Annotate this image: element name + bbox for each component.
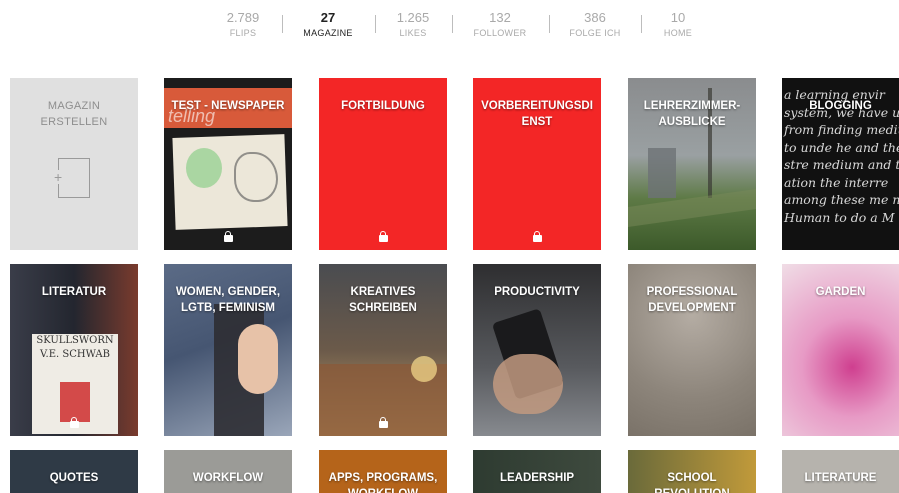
- stat-label: LIKES: [399, 28, 427, 38]
- lock-icon: [378, 231, 388, 242]
- stat-likes[interactable]: 1.265 LIKES: [368, 10, 458, 38]
- hand-shape: [238, 324, 278, 394]
- stat-label: FLIPS: [229, 28, 257, 38]
- magazine-title: PROFESSIONAL DEVELOPMENT: [646, 286, 738, 314]
- stat-home[interactable]: 10 HOME: [633, 10, 723, 38]
- profile-stats-bar: 2.789 FLIPS 27 MAGAZINE 1.265 LIKES 132 …: [0, 0, 899, 50]
- magazine-tile-quotes[interactable]: QUOTES: [10, 450, 138, 493]
- lock-icon: [223, 231, 233, 242]
- magazine-tile-apps-programs[interactable]: APPS, PROGRAMS, WORKFLOW: [319, 450, 447, 493]
- stat-value: 27: [320, 10, 336, 25]
- stat-value: 132: [489, 10, 511, 25]
- magazine-tile-school-revolution[interactable]: SCHOOL REVOLUTION: [628, 450, 756, 493]
- stat-follower[interactable]: 132 FOLLOWER: [455, 10, 545, 38]
- hand-shape: [493, 354, 563, 414]
- building-shape: [648, 148, 676, 198]
- stat-label: MAGAZINE: [303, 28, 353, 38]
- magazine-tile-lehrerzimmer-ausblicke[interactable]: LEHRERZIMMER-AUSBLICKE: [628, 78, 756, 250]
- stat-label: FOLLOWER: [473, 28, 527, 38]
- magazine-tile-productivity[interactable]: PRODUCTIVITY: [473, 264, 601, 436]
- lock-icon: [532, 231, 542, 242]
- magazine-tile-vorbereitungsdienst[interactable]: VORBEREITUNGSDIENST: [473, 78, 601, 250]
- magazine-tile-kreatives-schreiben[interactable]: KREATIVES SCHREIBEN: [319, 264, 447, 436]
- magazine-tile-test-newspaper[interactable]: telling TEST - NEWSPAPER: [164, 78, 292, 250]
- magazine-title: LEHRERZIMMER-AUSBLICKE: [643, 100, 741, 128]
- magazine-title: LEADERSHIP: [499, 472, 575, 484]
- magazine-title: WORKFLOW: [192, 472, 264, 484]
- magazine-tile-fortbildung[interactable]: FORTBILDUNG: [319, 78, 447, 250]
- magazine-title: KREATIVES SCHREIBEN: [349, 286, 417, 314]
- magazine-tile-garden[interactable]: GARDEN: [782, 264, 899, 436]
- magazine-title: PRODUCTIVITY: [494, 286, 580, 298]
- magazine-tile-literatur[interactable]: SKULLSWORN V.E. SCHWAB LITERATUR: [10, 264, 138, 436]
- magazine-title: BLOGGING: [809, 100, 872, 112]
- divider: [452, 15, 453, 33]
- magazine-tile-professional-development[interactable]: PROFESSIONAL DEVELOPMENT: [628, 264, 756, 436]
- magazine-title: APPS, PROGRAMS, WORKFLOW: [328, 472, 438, 493]
- magazine-title: GARDEN: [815, 286, 866, 298]
- magazine-title: LITERATURE: [804, 472, 877, 484]
- magazine-title: WOMEN, GENDER, LGTB, FEMINISM: [175, 286, 281, 314]
- magazine-title: SCHOOL REVOLUTION: [654, 472, 729, 493]
- magazine-title: TEST - NEWSPAPER: [171, 100, 285, 112]
- stat-following[interactable]: 386 FOLGE ICH: [550, 10, 640, 38]
- light-bokeh: [411, 356, 437, 382]
- magazine-title: FORTBILDUNG: [341, 100, 425, 112]
- lock-icon: [378, 417, 388, 428]
- stat-value: 2.789: [226, 10, 260, 25]
- stat-label: FOLGE ICH: [569, 28, 621, 38]
- sketch-figure: [186, 148, 222, 188]
- stat-label: HOME: [663, 28, 693, 38]
- magazine-title: VORBEREITUNGSDIENST: [481, 100, 593, 128]
- magazine-tile-literature[interactable]: LITERATURE: [782, 450, 899, 493]
- magazine-tile-workflow[interactable]: WORKFLOW: [164, 450, 292, 493]
- create-magazine-tile[interactable]: MAGAZIN ERSTELLEN +: [10, 78, 138, 250]
- magazine-title: LITERATUR: [41, 286, 107, 298]
- cover-text: SKULLSWORN V.E. SCHWAB: [36, 335, 114, 360]
- stat-value: 10: [670, 10, 686, 25]
- book-art: [60, 382, 90, 422]
- add-magazine-icon: +: [54, 158, 90, 198]
- magazine-title: QUOTES: [49, 472, 99, 484]
- magazine-tile-women-gender[interactable]: WOMEN, GENDER, LGTB, FEMINISM: [164, 264, 292, 436]
- stat-magazine[interactable]: 27 MAGAZINE: [283, 10, 373, 38]
- create-magazine-label: MAGAZIN ERSTELLEN: [40, 100, 108, 128]
- lock-icon: [69, 417, 79, 428]
- magazine-tile-blogging[interactable]: a learning envir system, we have us from…: [782, 78, 899, 250]
- sketch-figure: [234, 152, 278, 202]
- stat-flips[interactable]: 2.789 FLIPS: [198, 10, 288, 38]
- stat-value: 386: [584, 10, 606, 25]
- magazine-tile-leadership[interactable]: LEADERSHIP: [473, 450, 601, 493]
- stat-value: 1.265: [396, 10, 430, 25]
